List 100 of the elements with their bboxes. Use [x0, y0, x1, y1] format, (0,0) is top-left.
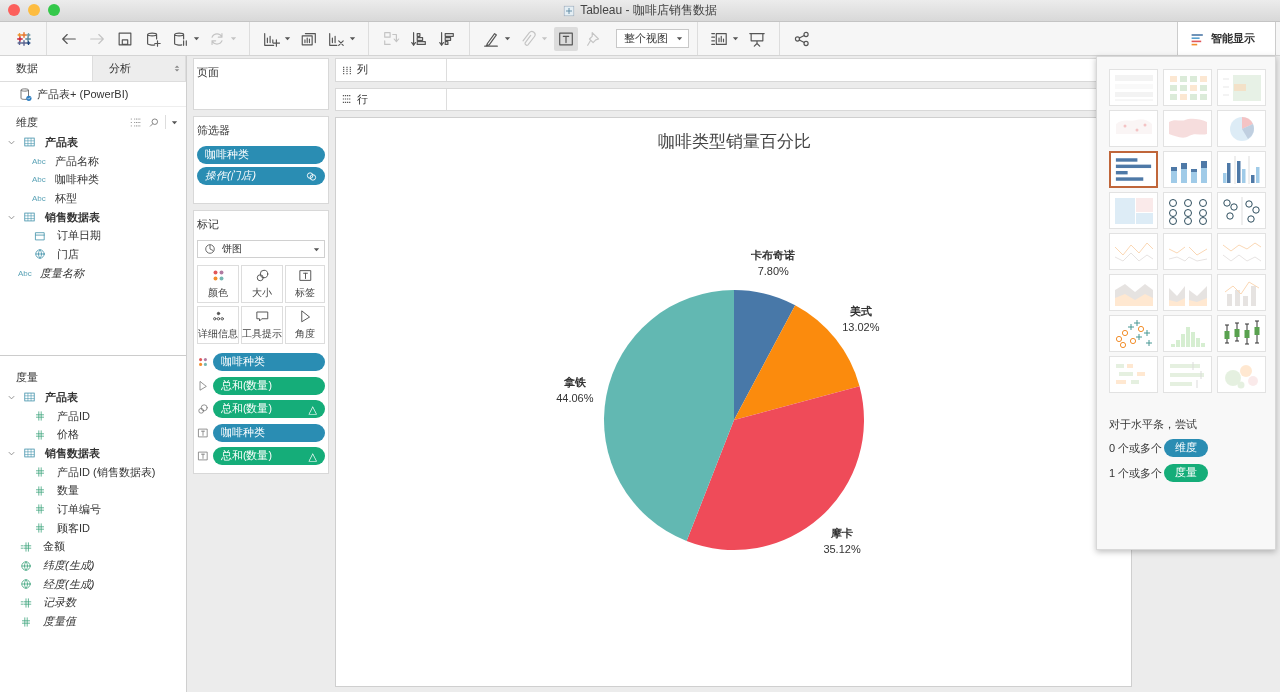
caret-icon	[313, 245, 320, 253]
size-circles-icon	[254, 268, 270, 283]
hash-icon	[34, 522, 46, 535]
shelf[interactable]: 列	[335, 58, 1096, 82]
slice-value: 13.02%	[842, 321, 880, 334]
slice-value: 35.12%	[823, 542, 861, 555]
filter-pill[interactable]: 咖啡种类	[197, 146, 325, 164]
data-source-name[interactable]: 产品表+ (PowerBI)	[37, 86, 129, 102]
hint-text: 对于水平条，尝试	[1109, 417, 1198, 432]
pie-icon	[204, 243, 216, 255]
field-name[interactable]: 杯型	[55, 190, 77, 206]
caret-icon	[230, 35, 237, 42]
calculated-hash-icon	[20, 540, 32, 553]
field-name[interactable]: 订单日期	[57, 228, 101, 244]
globe-icon	[20, 578, 32, 591]
text-label-icon	[197, 450, 209, 463]
field-name[interactable]: 纬度(生成)	[43, 558, 95, 574]
field-name[interactable]: 咖啡种类	[55, 172, 99, 188]
hash-icon	[34, 503, 46, 516]
caret-icon	[284, 35, 291, 42]
calendar-icon	[34, 229, 46, 242]
mark-property-button[interactable]: 工具提示	[241, 306, 283, 344]
text-label-icon	[197, 426, 209, 439]
chart-type-button[interactable]	[1109, 151, 1158, 188]
table-icon	[24, 448, 35, 459]
share-icon	[793, 29, 811, 48]
hash-icon	[20, 615, 32, 628]
caret-icon	[732, 35, 739, 42]
table-name[interactable]: 销售数据表	[45, 209, 100, 225]
field-name[interactable]: 顾客ID	[57, 520, 90, 536]
hash-icon	[34, 410, 46, 423]
requirement-text: 0 个或多个	[1109, 440, 1163, 456]
field-pill[interactable]: 咖啡种类	[213, 353, 325, 372]
field-name[interactable]: 产品名称	[55, 153, 99, 169]
rows-icon	[342, 94, 352, 105]
caret-icon[interactable]	[171, 118, 178, 126]
mark-type-dropdown[interactable]: 饼图	[197, 240, 325, 258]
field-type-pill: 维度	[1164, 439, 1209, 457]
shelf[interactable]: 行	[335, 87, 1096, 111]
close-button[interactable]	[8, 4, 20, 16]
field-name[interactable]: 价格	[57, 427, 79, 443]
mark-property-button[interactable]: 大小	[241, 265, 283, 303]
field-name[interactable]: 度量值	[43, 614, 76, 630]
field-name[interactable]: 记录数	[43, 595, 76, 611]
zoom-button[interactable]	[48, 4, 60, 16]
mark-property-button[interactable]: 颜色	[197, 265, 239, 303]
text-label-icon	[297, 268, 313, 283]
string-type-icon: Abc	[32, 156, 49, 166]
sort-ascending-icon	[410, 29, 428, 48]
caret-icon	[193, 35, 200, 42]
card-title: 筛选器	[197, 123, 230, 138]
show-me-button[interactable]: 智能显示	[1177, 22, 1276, 55]
field-name[interactable]: 订单编号	[57, 501, 101, 517]
field-name[interactable]: 经度(生成)	[43, 576, 95, 592]
swap-icon	[382, 29, 400, 48]
slice-label: 摩卡	[831, 526, 854, 539]
paperclip-icon	[519, 29, 537, 48]
pie-slice[interactable]	[604, 290, 734, 542]
hash-icon	[34, 428, 46, 441]
caret-icon	[541, 35, 548, 42]
string-type-icon: Abc	[32, 193, 49, 203]
filter-pill[interactable]: 操作(门店)	[197, 167, 325, 185]
field-pill[interactable]: 咖啡种类	[213, 423, 325, 442]
slice-label: 拿铁	[563, 375, 586, 388]
search-icon[interactable]	[148, 116, 160, 128]
slice-label: 卡布奇诺	[751, 248, 796, 261]
size-circles-icon	[197, 403, 209, 416]
field-name[interactable]: 度量名称	[40, 265, 84, 281]
string-type-icon: Abc	[32, 175, 49, 185]
pane-tab[interactable]: 分析	[93, 56, 186, 81]
list-view-icon[interactable]	[130, 116, 142, 128]
mark-property-button[interactable]: 角度	[285, 306, 325, 344]
chart-title: 咖啡类型销量百分比	[657, 132, 811, 151]
table-icon	[24, 392, 35, 403]
string-type-icon: Abc	[18, 268, 34, 278]
fit-dropdown[interactable]: 整个视图	[616, 29, 689, 48]
table-name[interactable]: 销售数据表	[45, 445, 100, 461]
slice-value: 7.80%	[757, 264, 789, 277]
slice-label: 美式	[849, 305, 872, 318]
mark-property-button[interactable]: 详细信息	[197, 306, 239, 344]
pie-slice[interactable]	[734, 290, 796, 420]
table-icon	[24, 137, 35, 148]
table-name[interactable]: 产品表	[45, 389, 78, 405]
table-name[interactable]: 产品表	[45, 134, 78, 150]
card-title: 标记	[197, 217, 219, 232]
field-name[interactable]: 金额	[43, 539, 65, 555]
field-name[interactable]: 产品ID (销售数据表)	[57, 464, 156, 480]
sort-arrows-icon[interactable]	[174, 64, 180, 73]
caret-icon	[349, 35, 356, 42]
card-title: 页面	[197, 65, 219, 80]
globe-icon	[34, 248, 46, 261]
database-icon	[18, 86, 33, 102]
field-name[interactable]: 数量	[57, 483, 79, 499]
field-name[interactable]: 门店	[57, 246, 79, 262]
minimize-button[interactable]	[28, 4, 40, 16]
mark-property-button[interactable]: 标签	[285, 265, 325, 303]
workbook-icon	[563, 4, 576, 17]
show-labels-button[interactable]	[554, 26, 578, 51]
section-title: 度量	[16, 369, 38, 385]
field-name[interactable]: 产品ID	[57, 408, 90, 424]
